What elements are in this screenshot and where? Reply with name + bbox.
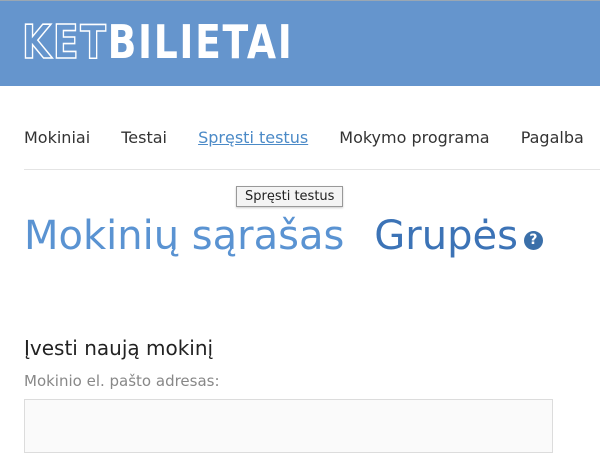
nav-item-mokymo-programa[interactable]: Mokymo programa — [339, 128, 489, 147]
tab-student-list[interactable]: Mokinių sąrašas — [24, 213, 344, 259]
site-logo[interactable]: KETBILIETAI — [21, 7, 294, 77]
new-student-heading: Įvesti naują mokinį — [24, 336, 214, 360]
logo-outline-text: KET — [21, 14, 108, 70]
nav-item-testai[interactable]: Testai — [121, 128, 167, 147]
tab-groups[interactable]: Grupės — [374, 213, 518, 259]
page-tabs: Mokinių sąrašas Grupės? — [24, 213, 543, 259]
nav-item-pagalba[interactable]: Pagalba — [521, 128, 584, 147]
header-bar: KETBILIETAI — [0, 0, 600, 86]
email-field-label: Mokinio el. pašto adresas: — [24, 372, 220, 390]
logo-solid-text: BILIETAI — [107, 15, 294, 69]
email-field[interactable] — [24, 399, 553, 453]
nav-tooltip: Spręsti testus — [236, 186, 344, 207]
nav-item-spresti-testus[interactable]: Spręsti testus — [198, 128, 308, 147]
help-icon[interactable]: ? — [523, 230, 543, 250]
nav-item-mokiniai[interactable]: Mokiniai — [24, 128, 90, 147]
nav-divider — [24, 169, 600, 170]
main-nav: Mokiniai Testai Spręsti testus Mokymo pr… — [24, 128, 600, 152]
